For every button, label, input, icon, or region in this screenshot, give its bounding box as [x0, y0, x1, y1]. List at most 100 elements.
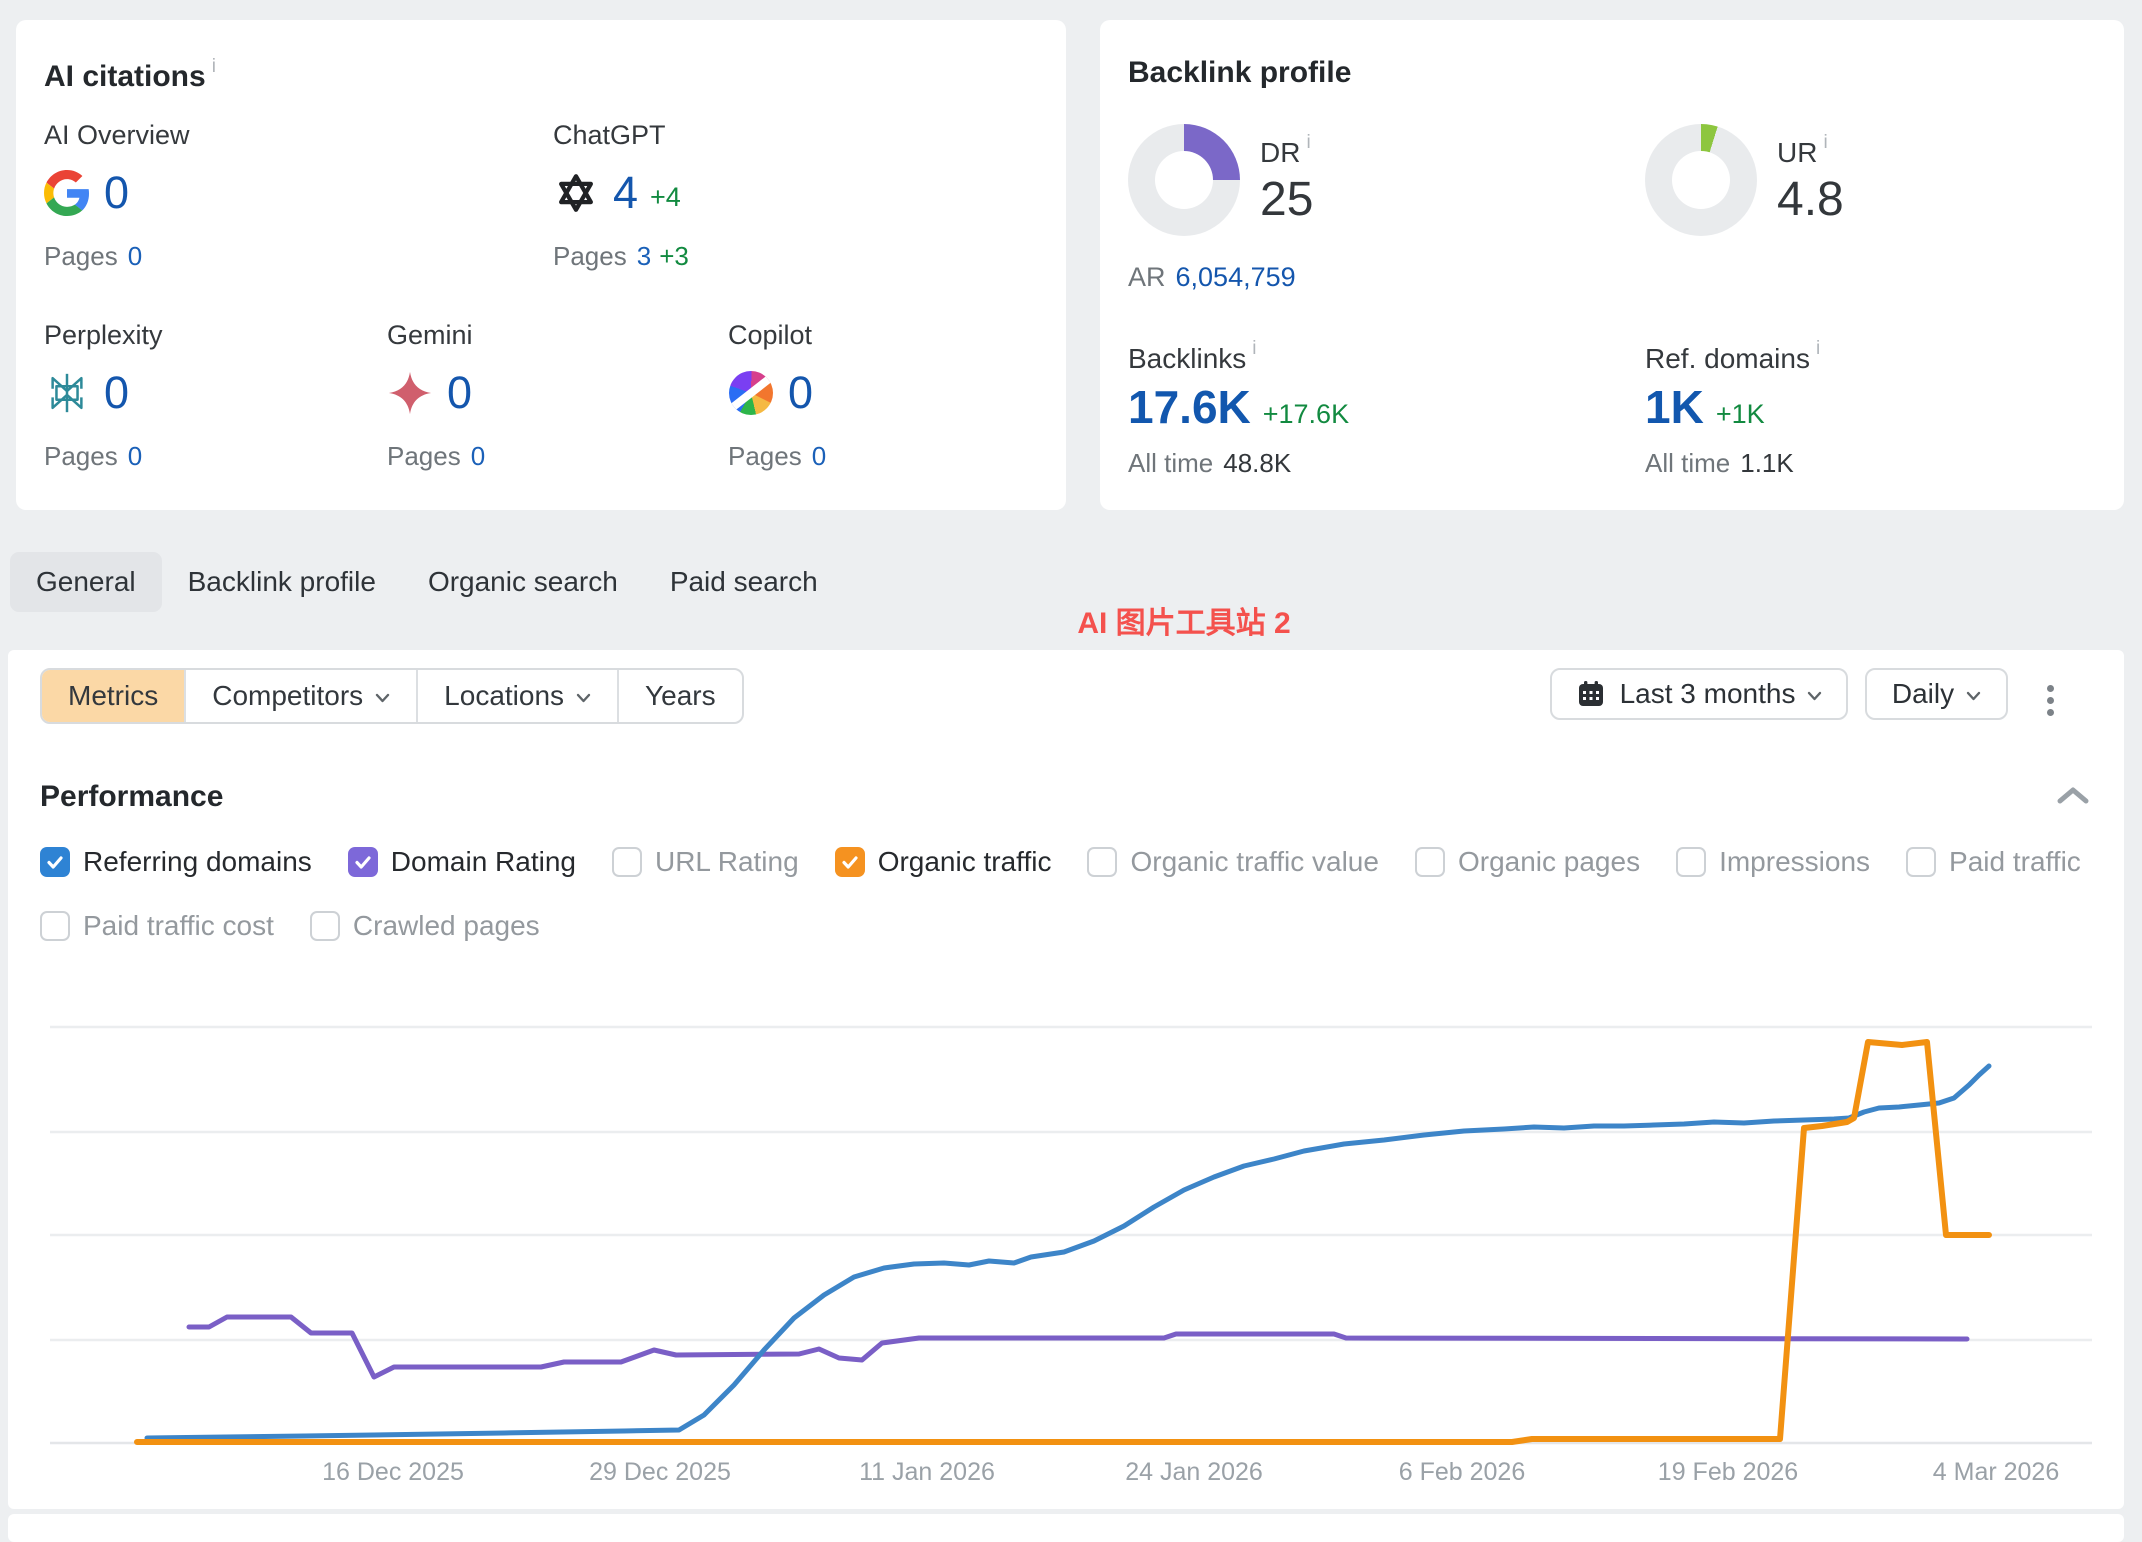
- citations-delta: +4: [650, 182, 681, 213]
- tab-backlink-profile[interactable]: Backlink profile: [162, 552, 402, 612]
- tab-paid-search[interactable]: Paid search: [644, 552, 844, 612]
- series-line-referring-domains: [147, 1066, 1989, 1438]
- pages-count[interactable]: 0: [812, 441, 826, 471]
- metric-checkbox-crawled-pages[interactable]: Crawled pages: [310, 910, 540, 942]
- metric-checkbox-referring-domains[interactable]: Referring domains: [40, 846, 312, 878]
- pages-row: Pages0: [44, 441, 163, 472]
- pages-row: Pages0: [728, 441, 826, 472]
- info-icon: i: [1252, 338, 1256, 359]
- ai-citations-title: AI citationsi: [44, 56, 216, 94]
- x-axis-tick-label: 29 Dec 2025: [589, 1458, 731, 1486]
- pages-count[interactable]: 0: [128, 241, 142, 271]
- metric-checkbox-organic-traffic[interactable]: Organic traffic: [835, 846, 1052, 878]
- more-options-kebab-menu[interactable]: [2045, 680, 2055, 721]
- ur-donut-hole: [1672, 151, 1730, 209]
- ahrefs-rank-value[interactable]: 6,054,759: [1176, 262, 1296, 292]
- metric-checkbox-paid-traffic-cost[interactable]: Paid traffic cost: [40, 910, 274, 942]
- series-line-organic-traffic: [137, 1042, 1989, 1442]
- filter-segment-group: Metrics Competitors Locations Years: [40, 668, 744, 724]
- backlink-profile-card: Backlink profile DRi 25 AR6,054,759 URi …: [1100, 20, 2124, 510]
- citations-count: 0: [447, 367, 472, 419]
- ref-domains-value[interactable]: 1K+1K: [1645, 380, 1765, 434]
- unchecked-checkbox-icon: [1906, 847, 1936, 877]
- ai-citation-item-perplexity: Perplexity0Pages0: [44, 320, 163, 472]
- ai-citations-card: AI citationsi AI Overview0Pages0ChatGPT4…: [16, 20, 1066, 510]
- next-section-panel: [8, 1514, 2124, 1542]
- metric-label: Impressions: [1719, 846, 1870, 878]
- dashboard: AI citationsi AI Overview0Pages0ChatGPT4…: [0, 0, 2142, 1542]
- metric-checkbox-organic-traffic-value[interactable]: Organic traffic value: [1087, 846, 1379, 878]
- pages-count[interactable]: 3: [637, 241, 651, 271]
- date-range-button[interactable]: Last 3 months: [1550, 668, 1848, 720]
- citations-count: 0: [104, 167, 129, 219]
- chevron-down-icon: [576, 693, 591, 703]
- citations-count: 4: [613, 167, 638, 219]
- metric-checkbox-impressions[interactable]: Impressions: [1676, 846, 1870, 878]
- x-axis-tick-label: 4 Mar 2026: [1933, 1458, 2059, 1486]
- ref-domains-alltime: All time1.1K: [1645, 448, 1794, 479]
- dr-donut-chart: [1128, 124, 1240, 236]
- tab-general[interactable]: General: [10, 552, 162, 612]
- backlinks-alltime: All time48.8K: [1128, 448, 1291, 479]
- metric-label: Referring domains: [83, 846, 312, 878]
- backlinks-label: Backlinksi: [1128, 338, 1257, 375]
- competitors-dropdown[interactable]: Competitors: [186, 670, 418, 722]
- ai-citation-item-chatgpt: ChatGPT4+4Pages3+3: [553, 120, 689, 272]
- dr-value: 25: [1260, 172, 1313, 227]
- openai-icon: [553, 170, 599, 216]
- series-line-domain-rating: [189, 1317, 1967, 1377]
- google-icon: [44, 170, 90, 216]
- info-icon: i: [212, 56, 216, 77]
- ahrefs-rank-row: AR6,054,759: [1128, 262, 1296, 293]
- gemini-icon: [387, 370, 433, 416]
- copilot-icon: [728, 370, 774, 416]
- general-report-panel: Metrics Competitors Locations Years Last…: [8, 650, 2124, 1509]
- citations-count: 0: [788, 367, 813, 419]
- unchecked-checkbox-icon: [1087, 847, 1117, 877]
- years-button[interactable]: Years: [619, 670, 742, 722]
- pages-row: Pages0: [387, 441, 485, 472]
- pages-count[interactable]: 0: [471, 441, 485, 471]
- x-axis-tick-label: 11 Jan 2026: [859, 1458, 995, 1486]
- dr-donut-hole: [1155, 151, 1213, 209]
- perplexity-icon: [44, 370, 90, 416]
- pages-row: Pages0: [44, 241, 190, 272]
- citations-count: 0: [104, 367, 129, 419]
- info-icon: i: [1823, 132, 1827, 153]
- checked-checkbox-icon: [835, 847, 865, 877]
- ai-source-label: ChatGPT: [553, 120, 689, 151]
- ai-source-label: Perplexity: [44, 320, 163, 351]
- metric-checkbox-organic-pages[interactable]: Organic pages: [1415, 846, 1640, 878]
- ref-domains-delta: +1K: [1716, 399, 1765, 429]
- ai-citation-item-ai-overview: AI Overview0Pages0: [44, 120, 190, 272]
- locations-dropdown[interactable]: Locations: [418, 670, 619, 722]
- ur-label: URi: [1777, 132, 1828, 169]
- pages-count[interactable]: 0: [128, 441, 142, 471]
- collapse-section-chevron-up-icon[interactable]: [2056, 786, 2090, 806]
- unchecked-checkbox-icon: [310, 911, 340, 941]
- granularity-button[interactable]: Daily: [1865, 668, 2008, 720]
- ai-source-label: Gemini: [387, 320, 485, 351]
- info-icon: i: [1816, 338, 1820, 359]
- ai-source-label: AI Overview: [44, 120, 190, 151]
- info-icon: i: [1306, 132, 1310, 153]
- metric-label: Organic pages: [1458, 846, 1640, 878]
- ai-citation-item-copilot: Copilot0Pages0: [728, 320, 826, 472]
- tab-organic-search[interactable]: Organic search: [402, 552, 644, 612]
- metric-checkbox-url-rating[interactable]: URL Rating: [612, 846, 799, 878]
- metric-checkbox-paid-traffic[interactable]: Paid traffic: [1906, 846, 2081, 878]
- metrics-button[interactable]: Metrics: [42, 670, 186, 722]
- calendar-icon: [1576, 679, 1606, 709]
- metric-label: Paid traffic: [1949, 846, 2081, 878]
- ur-donut-chart: [1645, 124, 1757, 236]
- backlinks-value[interactable]: 17.6K+17.6K: [1128, 380, 1349, 434]
- backlinks-delta: +17.6K: [1263, 399, 1349, 429]
- unchecked-checkbox-icon: [612, 847, 642, 877]
- performance-section-title: Performance: [40, 780, 223, 814]
- metric-label: Domain Rating: [391, 846, 576, 878]
- x-axis-tick-label: 6 Feb 2026: [1399, 1458, 1526, 1486]
- metric-label: Crawled pages: [353, 910, 540, 942]
- ref-domains-label: Ref. domainsi: [1645, 338, 1820, 375]
- metric-checkbox-domain-rating[interactable]: Domain Rating: [348, 846, 576, 878]
- chevron-down-icon: [1966, 691, 1981, 701]
